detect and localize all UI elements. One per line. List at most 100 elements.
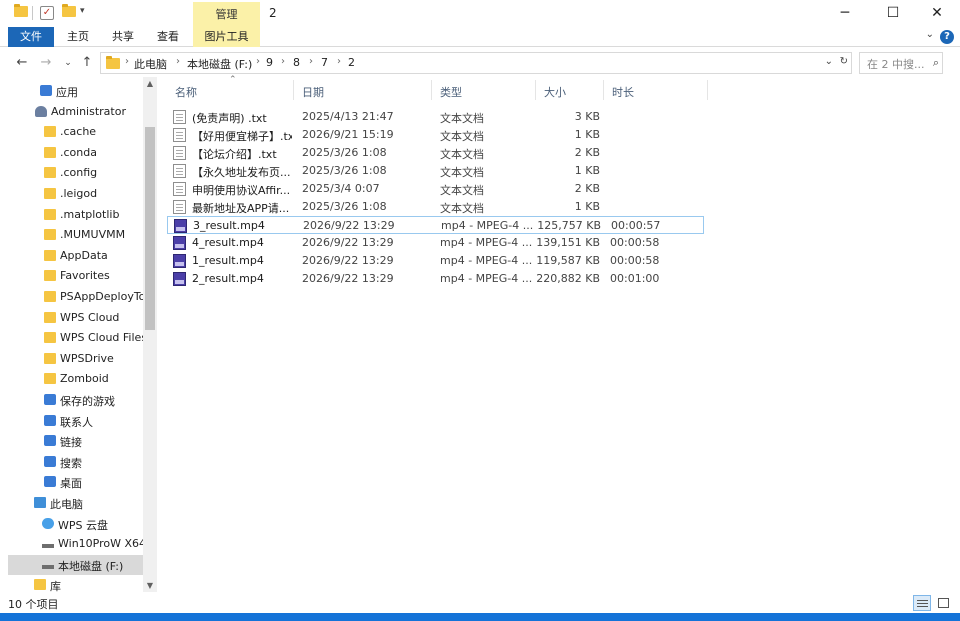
maximize-button[interactable]: ☐: [870, 0, 916, 27]
scroll-down-icon[interactable]: ▼: [143, 581, 157, 590]
sidebar-item[interactable]: 链接: [0, 431, 143, 451]
up-icon[interactable]: ↑: [78, 54, 96, 72]
chevron-right-icon[interactable]: ›: [337, 56, 341, 67]
tab-view[interactable]: 查看: [150, 27, 186, 47]
file-row[interactable]: 2_result.mp4 2026/9/22 13:29 mp4 - MPEG-4 …: [167, 270, 704, 288]
sidebar-item[interactable]: .config: [0, 163, 143, 183]
sidebar-item[interactable]: .conda: [0, 143, 143, 163]
sidebar-item[interactable]: 搜索: [0, 452, 143, 472]
scrollbar-thumb[interactable]: [145, 127, 155, 330]
file-name[interactable]: 最新地址及APP请...: [192, 200, 292, 216]
large-icons-view-icon[interactable]: [934, 595, 952, 611]
file-row[interactable]: 3_result.mp4 2026/9/22 13:29 mp4 - MPEG-4 …: [167, 216, 704, 234]
breadcrumb-folder-7[interactable]: 7: [321, 56, 328, 69]
sidebar-item[interactable]: 联系人: [0, 411, 143, 431]
customize-quick-access-icon[interactable]: ▾: [80, 6, 85, 22]
sidebar-scrollbar[interactable]: ▲ ▼: [143, 77, 157, 592]
chevron-right-icon[interactable]: ›: [256, 56, 260, 67]
file-name[interactable]: 2_result.mp4: [192, 272, 292, 285]
chevron-right-icon[interactable]: ›: [125, 56, 129, 67]
file-name[interactable]: 【论坛介绍】.txt: [192, 146, 292, 162]
file-name[interactable]: 4_result.mp4: [192, 236, 292, 249]
sidebar-item[interactable]: 本地磁盘 (F:): [8, 554, 143, 575]
new-folder-icon[interactable]: [62, 4, 76, 22]
expand-ribbon-icon[interactable]: ⌄: [926, 29, 934, 40]
file-name[interactable]: 【永久地址发布页...: [192, 164, 292, 180]
search-icon[interactable]: ⌕: [933, 56, 939, 70]
breadcrumb-drive[interactable]: 本地磁盘 (F:): [187, 56, 252, 72]
tab-file[interactable]: 文件: [8, 27, 54, 47]
column-header-size[interactable]: 大小: [536, 77, 604, 103]
sidebar-item[interactable]: 桌面: [0, 472, 143, 492]
file-row[interactable]: 【永久地址发布页... 2025/3/26 1:08 文本文档 1 KB: [167, 162, 704, 180]
close-button[interactable]: ✕: [914, 0, 960, 27]
file-row[interactable]: 【论坛介绍】.txt 2025/3/26 1:08 文本文档 2 KB: [167, 144, 704, 162]
forward-icon[interactable]: →: [37, 54, 55, 72]
address-bar[interactable]: › 此电脑 › 本地磁盘 (F:) › 9 › 8 › 7 › 2 ⌄ ↻: [100, 52, 852, 74]
column-header-type[interactable]: 类型: [432, 77, 536, 103]
column-header-date[interactable]: 日期: [294, 77, 432, 103]
help-icon[interactable]: ?: [940, 30, 954, 44]
breadcrumb-folder-2[interactable]: 2: [348, 56, 355, 69]
file-duration: 00:01:00: [610, 272, 660, 285]
sidebar-item[interactable]: WPS Cloud: [0, 308, 143, 328]
folder-icon: [44, 352, 56, 364]
chevron-right-icon[interactable]: ›: [281, 56, 285, 67]
refresh-icon[interactable]: ↻: [840, 56, 848, 67]
column-header-duration[interactable]: 时长: [604, 77, 708, 103]
file-row[interactable]: 申明使用协议Affir... 2025/3/4 0:07 文本文档 2 KB: [167, 180, 704, 198]
file-row[interactable]: 4_result.mp4 2026/9/22 13:29 mp4 - MPEG-4 …: [167, 234, 704, 252]
back-icon[interactable]: ←: [13, 54, 31, 72]
chevron-right-icon[interactable]: ›: [309, 56, 313, 67]
sidebar-item[interactable]: Win10ProW X64: [0, 534, 143, 554]
sidebar-item[interactable]: PSAppDeployToo: [0, 287, 143, 307]
sidebar-item-label: Zomboid: [60, 372, 109, 386]
scroll-up-icon[interactable]: ▲: [143, 79, 157, 88]
breadcrumb-folder-9[interactable]: 9: [266, 56, 273, 69]
file-type: mp4 - MPEG-4 ...: [440, 272, 533, 285]
file-name[interactable]: 1_result.mp4: [192, 254, 292, 267]
tab-home[interactable]: 主页: [60, 27, 96, 47]
sidebar-item[interactable]: Zomboid: [0, 369, 143, 389]
folder-icon: [14, 4, 28, 22]
breadcrumb-folder-8[interactable]: 8: [293, 56, 300, 69]
sidebar-item[interactable]: 此电脑: [0, 493, 143, 513]
sidebar-item[interactable]: 应用: [0, 81, 143, 101]
details-view-icon[interactable]: [913, 595, 931, 611]
sidebar-item[interactable]: AppData: [0, 246, 143, 266]
file-name[interactable]: 3_result.mp4: [193, 219, 293, 232]
minimize-button[interactable]: ─: [822, 0, 868, 27]
file-name[interactable]: (免责声明) .txt: [192, 110, 292, 126]
sidebar-item[interactable]: .MUMUVMM: [0, 225, 143, 245]
sidebar-item[interactable]: .cache: [0, 122, 143, 142]
sidebar-item[interactable]: WPS Cloud Files: [0, 328, 143, 348]
sidebar-item[interactable]: WPS 云盘: [0, 514, 143, 534]
file-name[interactable]: 【好用便宜梯子】.txt: [192, 128, 292, 144]
drive-icon: [42, 544, 54, 549]
chevron-right-icon[interactable]: ›: [176, 56, 180, 67]
file-row[interactable]: 最新地址及APP请... 2025/3/26 1:08 文本文档 1 KB: [167, 198, 704, 216]
taskbar-edge: [0, 613, 960, 621]
file-row[interactable]: (免责声明) .txt 2025/4/13 21:47 文本文档 3 KB: [167, 108, 704, 126]
sidebar-item[interactable]: Administrator: [0, 102, 143, 122]
search-box[interactable]: 在 2 中搜... ⌕: [859, 52, 943, 74]
file-row[interactable]: 1_result.mp4 2026/9/22 13:29 mp4 - MPEG-4 …: [167, 252, 704, 270]
file-date: 2026/9/22 13:29: [302, 272, 394, 285]
sidebar-item[interactable]: .leigod: [0, 184, 143, 204]
sidebar-item[interactable]: .matplotlib: [0, 205, 143, 225]
search-input[interactable]: 在 2 中搜...: [867, 56, 924, 72]
sidebar-item[interactable]: 保存的游戏: [0, 390, 143, 410]
address-dropdown-icon[interactable]: ⌄: [825, 56, 833, 67]
sidebar-item[interactable]: Favorites: [0, 266, 143, 286]
tab-share[interactable]: 共享: [105, 27, 141, 47]
file-size: 220,882 KB: [536, 272, 600, 285]
sidebar-item-label: 链接: [60, 436, 82, 450]
folder-icon: [44, 249, 56, 261]
breadcrumb-this-pc[interactable]: 此电脑: [134, 56, 167, 72]
recent-locations-icon[interactable]: ⌄: [59, 54, 77, 72]
file-row[interactable]: 【好用便宜梯子】.txt 2026/9/21 15:19 文本文档 1 KB: [167, 126, 704, 144]
file-name[interactable]: 申明使用协议Affir...: [192, 182, 292, 198]
sidebar-item[interactable]: WPSDrive: [0, 349, 143, 369]
tab-picture-tools[interactable]: 图片工具: [193, 27, 260, 47]
properties-icon[interactable]: ✓: [40, 6, 54, 20]
